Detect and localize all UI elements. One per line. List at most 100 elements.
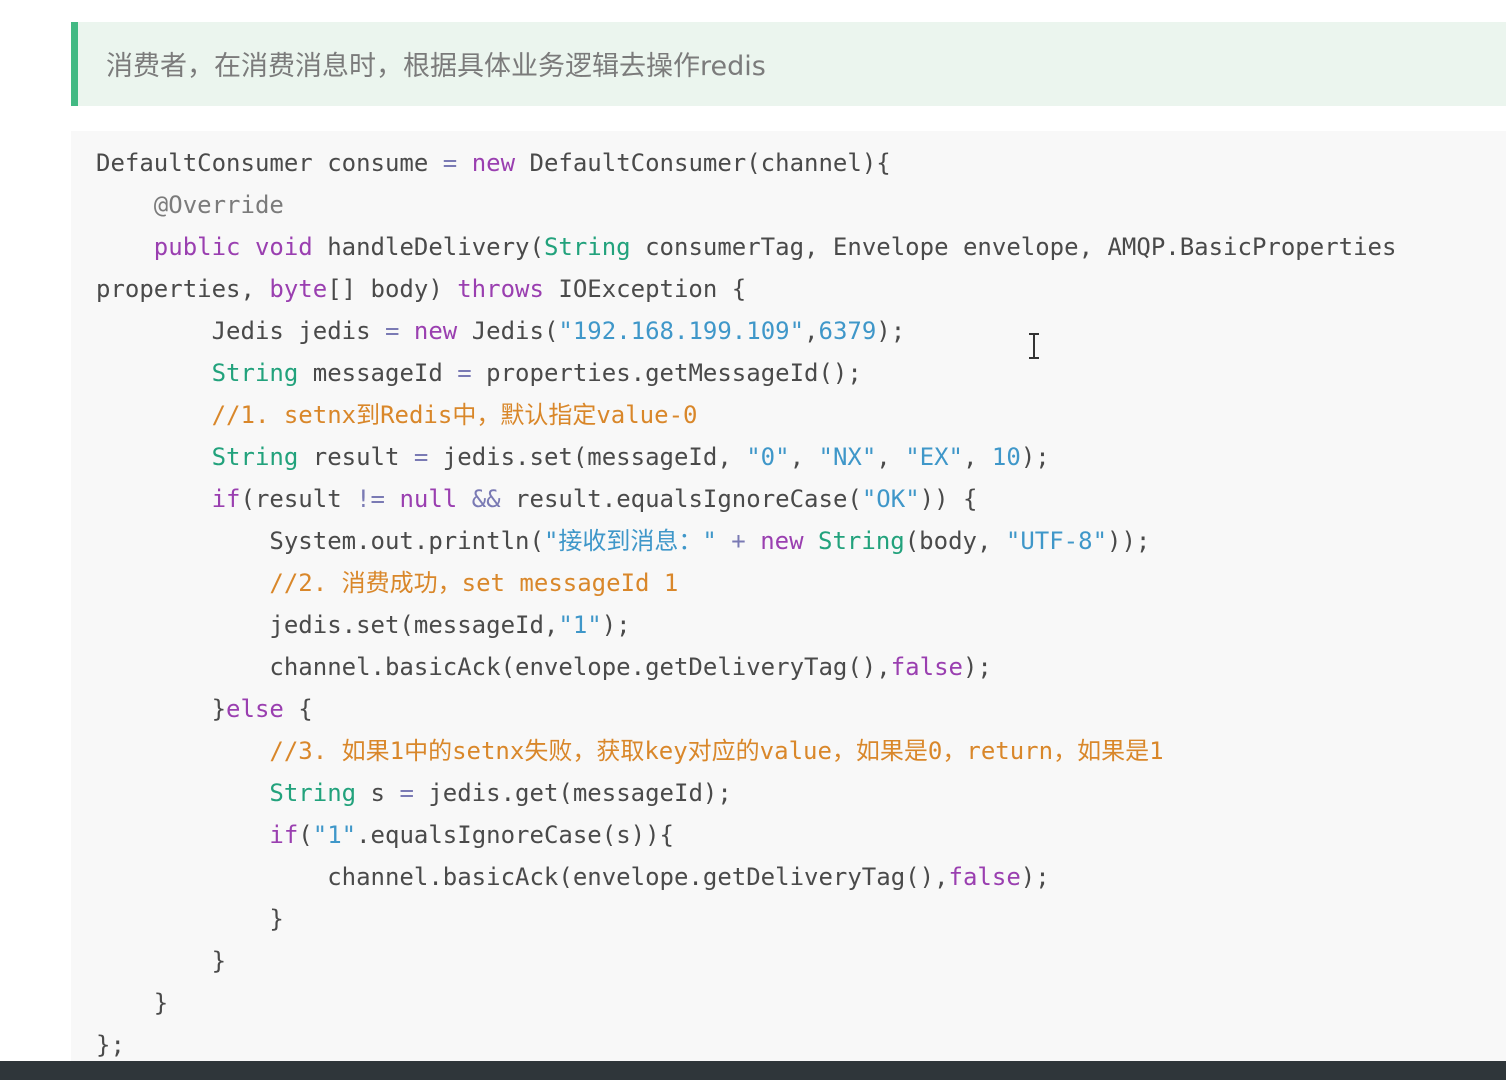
code-token: .equalsIgnoreCase(s)){	[356, 821, 674, 849]
tip-callout: 消费者，在消费消息时，根据具体业务逻辑去操作redis	[71, 22, 1506, 106]
code-line: properties, byte[] body) throws IOExcept…	[96, 270, 1396, 312]
code-token: false	[948, 863, 1021, 891]
code-line: channel.basicAck(envelope.getDeliveryTag…	[96, 858, 1396, 900]
code-token: [] body)	[327, 275, 458, 303]
code-line: String result = jedis.set(messageId, "0"…	[96, 438, 1396, 480]
code-token: DefaultConsumer(channel){	[515, 149, 891, 177]
code-token: "UTF-8"	[1005, 527, 1108, 555]
code-token: DefaultConsumer consume	[96, 149, 443, 177]
code-token: String	[269, 779, 357, 807]
code-line: }	[96, 942, 1396, 984]
code-token: );	[1020, 443, 1050, 471]
code-line: }	[96, 900, 1396, 942]
code-token: (	[298, 821, 313, 849]
code-token: void	[254, 233, 313, 261]
code-token: ,	[963, 443, 992, 471]
code-token: consumerTag, Envelope envelope, AMQP.Bas…	[630, 233, 1397, 261]
code-token: "0"	[746, 443, 790, 471]
code-token: result.equalsIgnoreCase(	[500, 485, 862, 513]
code-line: }	[96, 984, 1396, 1026]
code-lines: DefaultConsumer consume = new DefaultCon…	[96, 144, 1396, 1068]
code-token: =	[442, 149, 458, 177]
code-line: public void handleDelivery(String consum…	[96, 228, 1397, 270]
code-token: (body,	[904, 527, 1006, 555]
code-token: =	[399, 779, 414, 807]
code-token: "接收到消息："	[543, 527, 717, 555]
code-line: String s = jedis.get(messageId);	[96, 774, 1396, 816]
code-token: }	[96, 695, 227, 723]
code-token: String	[211, 359, 299, 387]
code-line: //2. 消费成功，set messageId 1	[96, 564, 1396, 606]
code-token: =	[413, 443, 429, 471]
code-line: }else {	[96, 690, 1396, 732]
code-token: {	[283, 695, 313, 723]
code-line: System.out.println("接收到消息：" + new String…	[96, 522, 1396, 564]
document-page: 消费者，在消费消息时，根据具体业务逻辑去操作redis DefaultConsu…	[0, 0, 1506, 1080]
code-line: String messageId = properties.getMessage…	[96, 354, 1396, 396]
code-block[interactable]: DefaultConsumer consume = new DefaultCon…	[71, 131, 1506, 1061]
code-line: Jedis jedis = new Jedis("192.168.199.109…	[96, 312, 1396, 354]
code-token: IOException {	[543, 275, 747, 303]
code-line: channel.basicAck(envelope.getDeliveryTag…	[96, 648, 1396, 690]
code-token: ));	[1107, 527, 1151, 555]
code-token: handleDelivery(	[312, 233, 544, 261]
code-token: String	[543, 233, 631, 261]
code-token: if	[269, 821, 299, 849]
code-token: "192.168.199.109"	[558, 317, 805, 345]
code-token: byte	[269, 275, 328, 303]
code-token: );	[962, 653, 992, 681]
code-token: ,	[789, 443, 819, 471]
code-line: @Override	[96, 186, 1396, 228]
code-token: 6379	[818, 317, 877, 345]
code-line: DefaultConsumer consume = new DefaultCon…	[96, 144, 1396, 186]
code-token: else	[226, 695, 284, 723]
code-token: public	[153, 233, 241, 261]
code-token: new	[471, 149, 516, 177]
code-line: //1. setnx到Redis中，默认指定value-0	[96, 396, 1396, 438]
code-token: //3. 如果1中的setnx失败，获取key对应的value，如果是0，ret…	[269, 737, 1164, 765]
code-token: jedis.set(messageId,	[428, 443, 747, 471]
code-line: if("1".equalsIgnoreCase(s)){	[96, 816, 1396, 858]
code-token: messageId	[298, 359, 458, 387]
tip-text: 消费者，在消费消息时，根据具体业务逻辑去操作redis	[106, 51, 766, 82]
code-token: String	[211, 443, 299, 471]
code-token: }	[96, 905, 284, 933]
code-token: throws	[457, 275, 544, 303]
code-line: jedis.set(messageId,"1");	[96, 606, 1396, 648]
code-token: );	[876, 317, 906, 345]
code-token: null	[399, 485, 458, 513]
code-token: Jedis jedis	[96, 317, 385, 345]
code-token: 10	[991, 443, 1021, 471]
code-token: String	[818, 527, 905, 555]
text-cursor-icon	[1028, 333, 1040, 359]
code-token: }	[96, 989, 169, 1017]
code-token: System.out.println(	[96, 527, 544, 555]
code-token: jedis.set(messageId,	[96, 611, 559, 639]
code-token: );	[1020, 863, 1050, 891]
code-token: new	[413, 317, 458, 345]
code-token: "1"	[312, 821, 357, 849]
code-line: //3. 如果1中的setnx失败，获取key对应的value，如果是0，ret…	[96, 732, 1396, 774]
code-token: s	[356, 779, 400, 807]
code-token: false	[890, 653, 963, 681]
code-token: =	[457, 359, 472, 387]
code-token: jedis.get(messageId);	[413, 779, 732, 807]
code-token: ,	[804, 317, 819, 345]
